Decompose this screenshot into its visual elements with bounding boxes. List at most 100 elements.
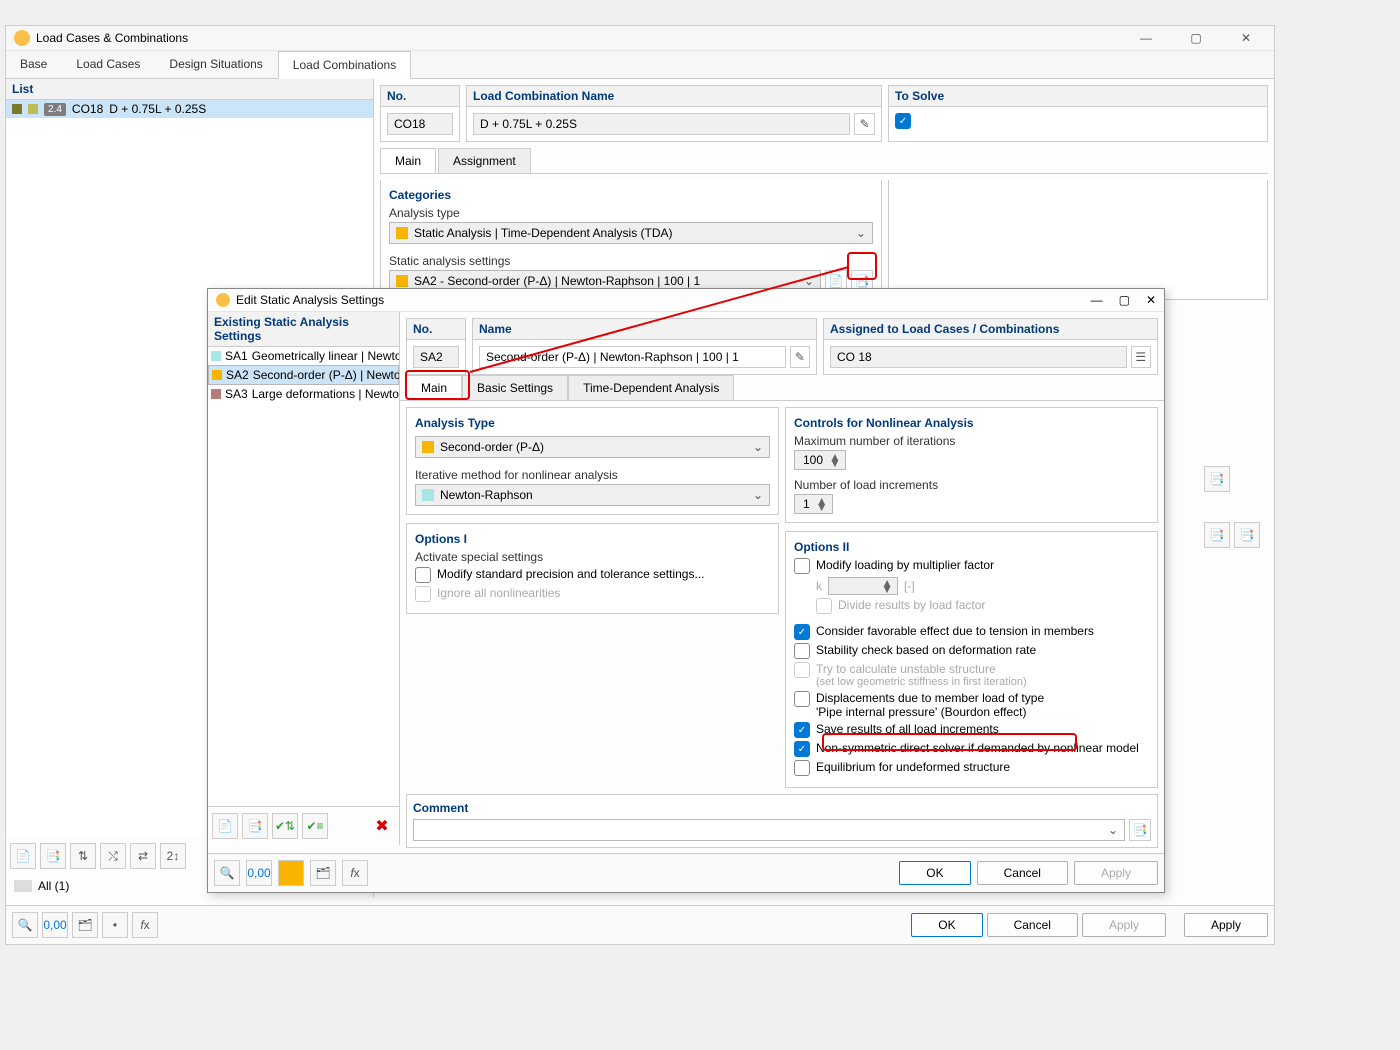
number-button[interactable]: 2↕ (160, 843, 186, 869)
subtabs: Main Assignment (380, 148, 1268, 174)
check-button[interactable]: ✔⇅ (272, 813, 298, 839)
analysis-type-title: Analysis Type (415, 416, 770, 430)
tab-base[interactable]: Base (6, 51, 62, 78)
magnify-icon[interactable]: 🔍 (12, 912, 38, 938)
tab-load-combinations[interactable]: Load Combinations (278, 51, 411, 79)
close-icon[interactable]: ✕ (1226, 31, 1266, 45)
sa-item-sa2[interactable]: SA2 Second-order (P-Δ) | Newton-R (208, 365, 399, 385)
solve-checkbox[interactable]: ✓ (895, 113, 911, 129)
checkbox-equilibrium[interactable]: ✓ (794, 760, 810, 776)
new-button[interactable]: 📄 (10, 843, 36, 869)
list-item-co18[interactable]: 2.4 CO18 D + 0.75L + 0.25S (6, 100, 373, 118)
options1-title: Options I (415, 532, 770, 546)
sa-list[interactable]: SA1 Geometrically linear | Newton- SA2 S… (208, 347, 399, 806)
sa-item-sa3[interactable]: SA3 Large deformations | Newton- (208, 385, 399, 403)
color-icon (422, 489, 434, 501)
fx-icon[interactable]: fx (342, 860, 368, 886)
cancel-button[interactable]: Cancel (987, 913, 1078, 937)
sa-item-sa1[interactable]: SA1 Geometrically linear | Newton- (208, 347, 399, 365)
dlg-tab-basic[interactable]: Basic Settings (462, 375, 568, 400)
sas-value: SA2 - Second-order (P-Δ) | Newton-Raphso… (414, 274, 700, 288)
minimize-icon[interactable]: — (1126, 31, 1166, 45)
dlg-tab-tda[interactable]: Time-Dependent Analysis (568, 375, 734, 400)
checkbox-ignore-nl: ✓ (415, 586, 431, 602)
side-button-1[interactable]: 📑 (1204, 466, 1230, 492)
checkbox-nonsymmetric[interactable]: ✓ (794, 741, 810, 757)
color-button[interactable] (278, 860, 304, 886)
color-icon (396, 275, 408, 287)
checkbox-stability[interactable]: ✓ (794, 643, 810, 659)
tree-icon[interactable]: 🗂 (72, 912, 98, 938)
checkbox-displacements[interactable]: ✓ (794, 691, 810, 707)
copy-button[interactable]: 📑 (40, 843, 66, 869)
new-button[interactable]: 📄 (212, 813, 238, 839)
list-code: CO18 (72, 102, 103, 116)
filter-all[interactable]: All (1) (38, 879, 69, 893)
assigned-input[interactable] (830, 346, 1127, 368)
dlg-apply-button: Apply (1074, 861, 1158, 885)
max-iter-spinner[interactable]: 100 ▲▼ (794, 450, 846, 470)
ok-button[interactable]: OK (911, 913, 982, 937)
checkbox-modify-loading[interactable]: ✓ (794, 558, 810, 574)
controls-title: Controls for Nonlinear Analysis (794, 416, 1149, 430)
options2-title: Options II (794, 540, 1149, 554)
app-icon (216, 293, 230, 307)
dialog-footer: 🔍 0,00 🗂 fx OK Cancel Apply (208, 853, 1164, 892)
dlg-no-input[interactable] (413, 346, 459, 368)
subtab-main[interactable]: Main (380, 148, 436, 173)
swap-button[interactable]: ⇄ (130, 843, 156, 869)
checkbox-divide: ✓ (816, 598, 832, 614)
side-button-2[interactable]: 📑 (1204, 522, 1230, 548)
name-input[interactable] (473, 113, 850, 135)
name-header: Load Combination Name (467, 86, 881, 107)
tree-icon[interactable]: 🗂 (310, 860, 336, 886)
dlg-ok-button[interactable]: OK (899, 861, 970, 885)
filter-icon (14, 880, 32, 892)
solve-header: To Solve (889, 86, 1267, 107)
maximize-icon[interactable]: ▢ (1119, 293, 1130, 307)
list-icon[interactable]: ☰ (1131, 346, 1151, 368)
edit-icon[interactable]: ✎ (854, 113, 875, 135)
dot-icon[interactable]: • (102, 912, 128, 938)
analysis-type-select[interactable]: Static Analysis | Time-Dependent Analysi… (389, 222, 873, 244)
decimals-icon[interactable]: 0,00 (246, 860, 272, 886)
tab-design-situations[interactable]: Design Situations (155, 51, 277, 78)
maximize-icon[interactable]: ▢ (1176, 31, 1216, 45)
comment-list-icon[interactable]: 📑 (1129, 819, 1151, 841)
copy-button[interactable]: 📑 (242, 813, 268, 839)
batch-button[interactable]: ✔≡ (302, 813, 328, 839)
delete-button[interactable]: ✖ (369, 813, 395, 839)
magnify-icon[interactable]: 🔍 (214, 860, 240, 886)
checkbox-favorable[interactable]: ✓ (794, 624, 810, 640)
list-header: List (6, 79, 373, 100)
shuffle-button[interactable]: ⤭ (100, 843, 126, 869)
minimize-icon[interactable]: — (1091, 293, 1103, 307)
dlg-tab-main[interactable]: Main (406, 375, 462, 400)
analysis-type-select[interactable]: Second-order (P-Δ) ⌄ (415, 436, 770, 458)
dlg-name-input[interactable] (479, 346, 786, 368)
fx-icon[interactable]: fx (132, 912, 158, 938)
subtab-assignment[interactable]: Assignment (438, 148, 531, 173)
decimals-icon[interactable]: 0,00 (42, 912, 68, 938)
sas-label: Static analysis settings (389, 254, 873, 268)
close-icon[interactable]: ✕ (1146, 293, 1156, 307)
categories-title: Categories (389, 188, 873, 202)
apply-button[interactable]: Apply (1184, 913, 1268, 937)
sort-button[interactable]: ⇅ (70, 843, 96, 869)
load-inc-spinner[interactable]: 1 ▲▼ (794, 494, 833, 514)
dialog-titlebar: Edit Static Analysis Settings — ▢ ✕ (208, 289, 1164, 312)
color-icon (212, 370, 222, 380)
iter-method-select[interactable]: Newton-Raphson ⌄ (415, 484, 770, 506)
checkbox-save-results[interactable]: ✓ (794, 722, 810, 738)
comment-input[interactable]: ⌄ (413, 819, 1125, 841)
checkbox-modify-precision[interactable]: ✓ (415, 567, 431, 583)
side-button-3[interactable]: 📑 (1234, 522, 1260, 548)
comment-title: Comment (413, 801, 1151, 815)
window-title: Load Cases & Combinations (36, 31, 188, 45)
tab-load-cases[interactable]: Load Cases (62, 51, 155, 78)
dlg-cancel-button[interactable]: Cancel (977, 861, 1068, 885)
list-badge: 2.4 (44, 103, 66, 116)
edit-icon[interactable]: ✎ (790, 346, 810, 368)
activate-label: Activate special settings (415, 550, 770, 564)
no-input[interactable] (387, 113, 453, 135)
